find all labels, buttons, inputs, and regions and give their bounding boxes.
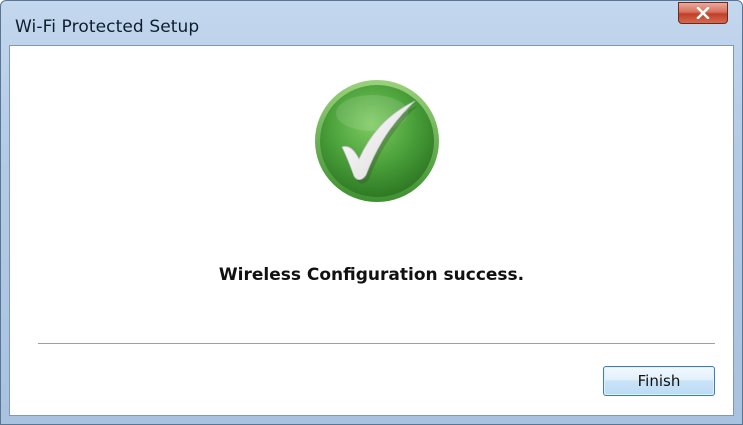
close-icon	[696, 7, 710, 19]
checkmark-success-icon	[312, 77, 442, 205]
footer-divider	[38, 343, 715, 345]
success-message: Wireless Configuration success.	[218, 265, 525, 285]
window-title: Wi-Fi Protected Setup	[15, 17, 200, 37]
title-bar[interactable]: Wi-Fi Protected Setup	[1, 1, 742, 45]
wps-dialog-window: Wi-Fi Protected Setup Wireless Configura…	[0, 0, 743, 425]
finish-button[interactable]: Finish	[603, 366, 715, 396]
dialog-content: Wireless Configuration success. Finish	[9, 45, 734, 416]
close-button[interactable]	[678, 2, 728, 24]
